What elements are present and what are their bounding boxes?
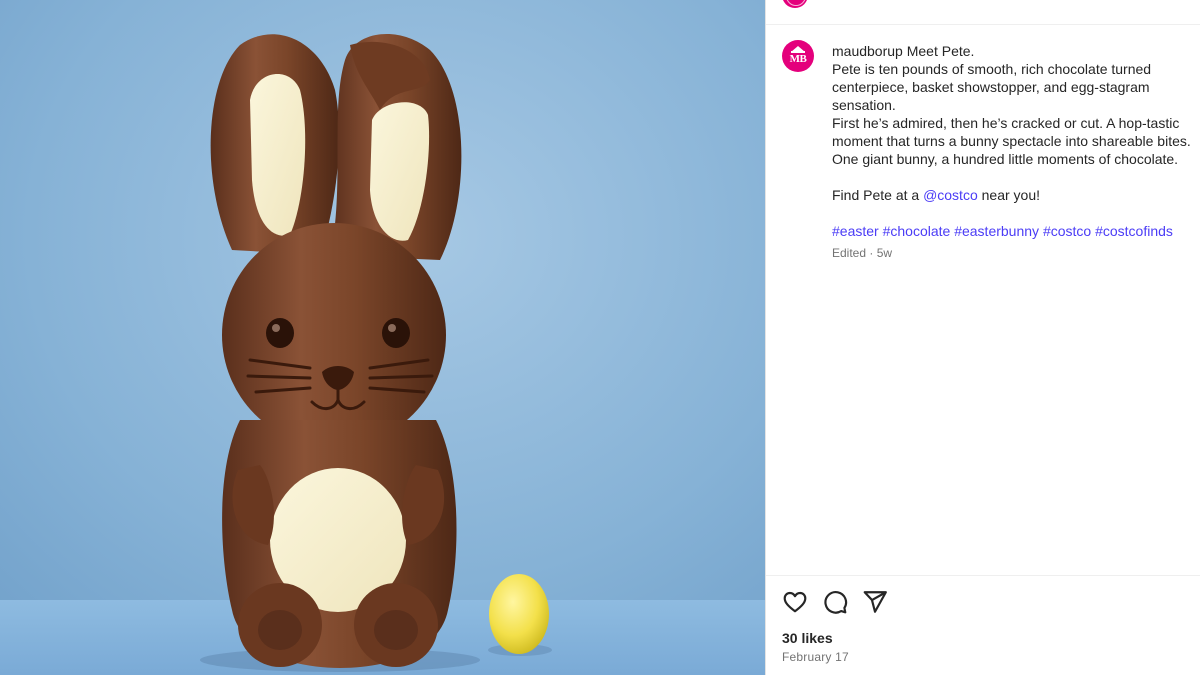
find-prefix: Find Pete at a [832,187,924,203]
hashtag-link[interactable]: #easterbunny [954,223,1039,239]
caption-meta: Edited · 5w [832,246,893,260]
bunny-photo-illustration [0,0,765,675]
hashtag-link[interactable]: #easter [832,223,879,239]
hashtag-link[interactable]: #costco [1043,223,1091,239]
profile-avatar-icon[interactable] [782,0,808,8]
author-avatar[interactable]: MB [782,40,814,72]
send-icon[interactable] [862,589,888,615]
author-username[interactable]: maudborup [832,43,903,59]
post-header [766,0,1200,25]
likes-count[interactable]: 30 likes [782,630,833,646]
hashtag-list: #easter #chocolate #easterbunny #costco … [832,222,1200,240]
post-side-panel: MB maudborup Meet Pete. Pete is ten poun… [765,0,1200,675]
crown-icon [791,46,805,53]
caption-line-1: Meet Pete. [906,43,975,59]
comment-icon[interactable] [822,589,848,615]
caption-line-5: First he’s admired, then he’s cracked or… [832,115,1180,131]
caption-line-2: Pete is ten pounds of smooth, rich choco… [832,61,1152,77]
caption-line-4: sensation. [832,97,896,113]
mention-link[interactable]: @costco [923,187,978,203]
caption-line-7: One giant bunny, a hundred little moment… [832,151,1179,167]
post-date[interactable]: February 17 [782,650,849,664]
caption-line-6: moment that turns a bunny spectacle into… [832,133,1191,149]
hashtag-link[interactable]: #chocolate [883,223,951,239]
find-suffix: near you! [977,187,1041,203]
avatar-initials: MB [789,53,807,65]
post-caption: maudborup Meet Pete. Pete is ten pounds … [832,42,1200,262]
caption-line-3: centerpiece, basket showstopper, and egg… [832,79,1150,95]
heart-icon[interactable] [782,589,808,615]
actions-divider [766,575,1200,576]
hashtag-link[interactable]: #costcofinds [1095,223,1173,239]
post-photo[interactable] [0,0,765,675]
